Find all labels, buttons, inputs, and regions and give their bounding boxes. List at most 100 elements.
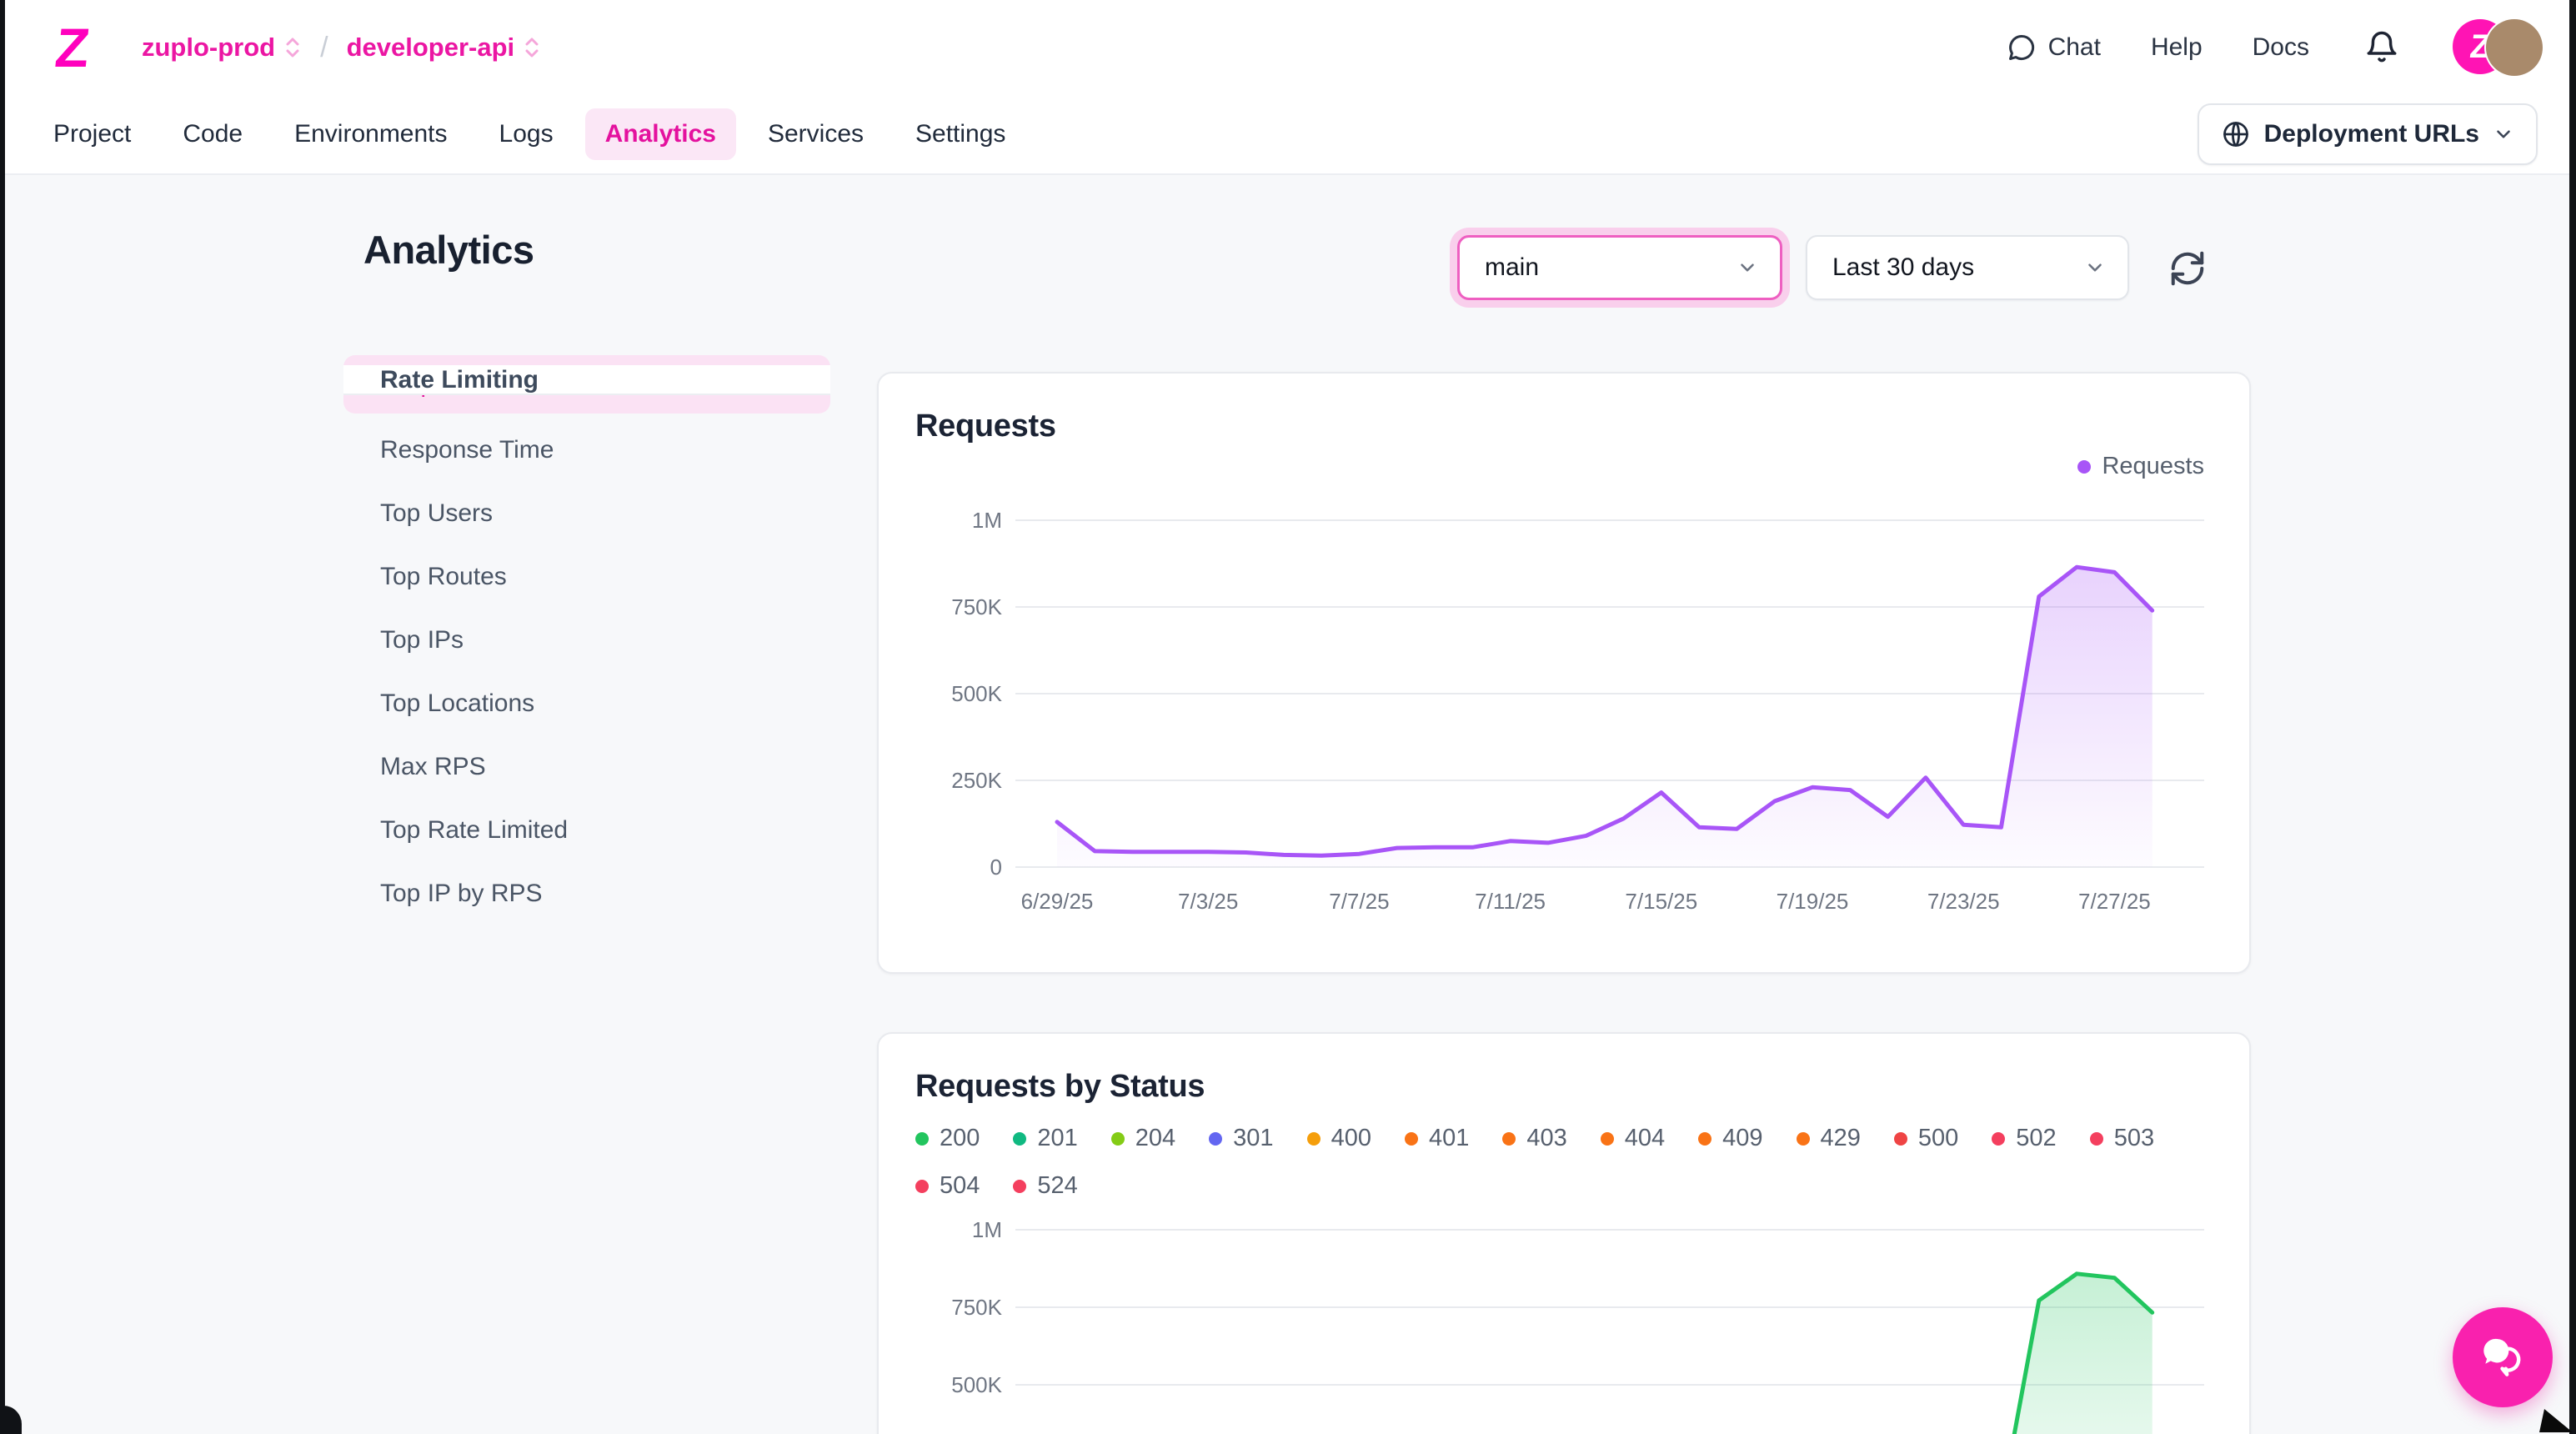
chevron-updown-icon (523, 35, 541, 60)
legend-item-409: 409 (1698, 1125, 1762, 1152)
svg-text:250K: 250K (951, 768, 1002, 793)
legend-item-502: 502 (1992, 1125, 2056, 1152)
legend-label: 503 (2114, 1125, 2154, 1152)
user-avatar (2486, 19, 2543, 76)
legend-dot (1013, 1132, 1026, 1146)
svg-text:0: 0 (990, 855, 1002, 880)
legend-label: Requests (2102, 453, 2204, 480)
legend-label: 502 (2016, 1125, 2056, 1152)
legend-label: 401 (1429, 1125, 1469, 1152)
legend-dot (2077, 460, 2091, 474)
legend-item-requests: Requests (2077, 453, 2204, 480)
chevron-down-icon (1737, 257, 1758, 278)
chat-bubbles-icon (2477, 1331, 2528, 1383)
breadcrumb-project-label: zuplo-prod (142, 33, 275, 63)
breadcrumb-project-selector[interactable]: zuplo-prod (142, 33, 302, 63)
legend-label: 200 (940, 1125, 980, 1152)
tab-code[interactable]: Code (163, 108, 263, 160)
breadcrumb-environment-label: developer-api (347, 33, 515, 63)
branch-select-value: main (1485, 253, 1539, 282)
legend-label: 201 (1037, 1125, 1077, 1152)
chevron-down-icon (2493, 123, 2514, 145)
window-edge-left (0, 0, 5, 1434)
globe-icon (2221, 119, 2251, 149)
sidebar-item-top-locations[interactable]: Top Locations (343, 689, 830, 719)
legend-dot (1698, 1132, 1711, 1146)
refresh-icon (2168, 249, 2207, 288)
chat-label: Chat (2048, 33, 2101, 62)
legend-dot (915, 1180, 929, 1193)
sidebar-item-top-ip-by-rps[interactable]: Top IP by RPS (343, 879, 830, 909)
legend-dot (2090, 1132, 2103, 1146)
status-area-chart: 1M750K500K250K06/29/257/3/257/7/257/11/2… (915, 1206, 2216, 1434)
svg-text:7/11/25: 7/11/25 (1475, 889, 1546, 914)
sidebar-item-top-users[interactable]: Top Users (343, 499, 830, 529)
header-top-row: Z zuplo-prod / developer-api Chat (0, 0, 2576, 95)
tab-settings[interactable]: Settings (895, 108, 1025, 160)
sidebar-section-rate-limiting: Rate Limiting (343, 365, 830, 395)
notifications-button[interactable] (2364, 30, 2399, 65)
chat-link[interactable]: Chat (2007, 33, 2101, 63)
account-menu[interactable]: Z (2453, 19, 2543, 76)
sidebar-item-top-rate-limited[interactable]: Top Rate Limited (343, 815, 830, 845)
legend-item-500: 500 (1894, 1125, 1958, 1152)
tab-environments[interactable]: Environments (274, 108, 467, 160)
branch-select[interactable]: main (1457, 235, 1782, 300)
legend-item-401: 401 (1405, 1125, 1469, 1152)
docs-link[interactable]: Docs (2253, 33, 2309, 62)
legend-dot (1601, 1132, 1614, 1146)
legend-item-204: 204 (1111, 1125, 1175, 1152)
header-actions: Chat Help Docs Z (2007, 19, 2543, 76)
zuplo-logo-icon[interactable]: Z (41, 20, 102, 75)
help-link[interactable]: Help (2151, 33, 2203, 62)
window-edge-right (2569, 0, 2576, 1434)
legend-label: 524 (1037, 1172, 1077, 1200)
deployment-urls-button[interactable]: Deployment URLs (2198, 103, 2538, 165)
requests-by-status-title: Requests by Status (915, 1069, 2213, 1105)
sidebar-item-max-rps[interactable]: Max RPS (343, 752, 830, 782)
chevron-updown-icon (283, 35, 302, 60)
svg-text:500K: 500K (951, 1372, 1002, 1397)
legend-label: 204 (1135, 1125, 1175, 1152)
legend-item-503: 503 (2090, 1125, 2154, 1152)
svg-text:6/29/25: 6/29/25 (1021, 889, 1094, 914)
requests-legend: Requests (915, 453, 2213, 480)
refresh-button[interactable] (2166, 247, 2209, 290)
svg-text:1M: 1M (972, 508, 1002, 533)
legend-item-504: 504 (915, 1172, 980, 1200)
help-label: Help (2151, 33, 2203, 62)
tab-project[interactable]: Project (33, 108, 151, 160)
legend-item-404: 404 (1601, 1125, 1665, 1152)
legend-label: 409 (1722, 1125, 1762, 1152)
support-chat-fab[interactable] (2453, 1307, 2553, 1407)
svg-text:7/3/25: 7/3/25 (1178, 889, 1238, 914)
legend-dot (915, 1132, 929, 1146)
deployment-urls-label: Deployment URLs (2264, 120, 2479, 148)
requests-card: Requests Requests 1M750K500K250K06/29/25… (877, 372, 2251, 974)
tab-services[interactable]: Services (748, 108, 884, 160)
legend-item-301: 301 (1209, 1125, 1273, 1152)
sidebar-item-response-time[interactable]: Response Time (343, 435, 830, 465)
legend-label: 301 (1233, 1125, 1273, 1152)
svg-text:7/27/25: 7/27/25 (2078, 889, 2151, 914)
date-range-select[interactable]: Last 30 days (1806, 235, 2129, 300)
breadcrumb-environment-selector[interactable]: developer-api (347, 33, 542, 63)
legend-dot (1405, 1132, 1418, 1146)
legend-label: 500 (1918, 1125, 1958, 1152)
legend-item-524: 524 (1013, 1172, 1077, 1200)
legend-label: 404 (1625, 1125, 1665, 1152)
docs-label: Docs (2253, 33, 2309, 62)
tab-analytics[interactable]: Analytics (585, 108, 736, 160)
breadcrumb: zuplo-prod / developer-api (142, 32, 541, 64)
svg-text:7/23/25: 7/23/25 (1927, 889, 2000, 914)
legend-label: 400 (1331, 1125, 1371, 1152)
legend-dot (1111, 1132, 1125, 1146)
legend-label: 504 (940, 1172, 980, 1200)
legend-item-201: 201 (1013, 1125, 1077, 1152)
breadcrumb-separator: / (315, 32, 333, 64)
tab-logs[interactable]: Logs (479, 108, 574, 160)
requests-area-chart: 1M750K500K250K06/29/257/3/257/7/257/11/2… (915, 487, 2216, 920)
sidebar-item-top-ips[interactable]: Top IPs (343, 625, 830, 655)
legend-label: 403 (1526, 1125, 1566, 1152)
sidebar-item-top-routes[interactable]: Top Routes (343, 562, 830, 592)
